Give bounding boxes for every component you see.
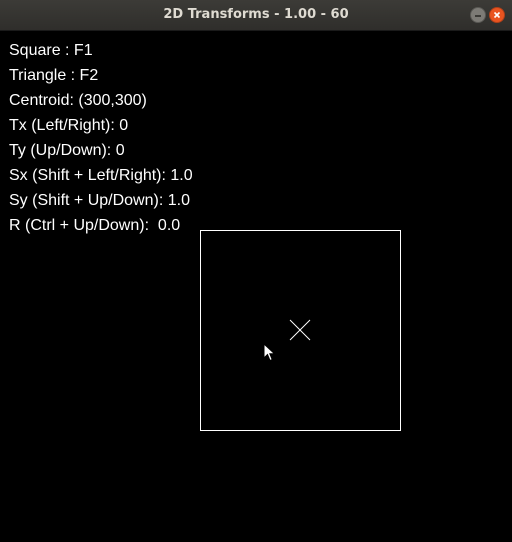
hud-translate-y: Ty (Up/Down): 0 [9,142,125,159]
hud-triangle-key: Triangle : F2 [9,67,99,84]
hud-square-key: Square : F1 [9,42,93,59]
hud-scale-y: Sy (Shift + Up/Down): 1.0 [9,192,190,209]
app-window: 2D Transforms - 1.00 - 60 Square : F1 Tr… [0,0,512,542]
render-canvas[interactable]: Square : F1 Triangle : F2 Centroid: (300… [0,31,512,542]
minimize-icon[interactable] [470,7,486,23]
mouse-cursor-icon [263,343,276,362]
hud-rotation: R (Ctrl + Up/Down): 0.0 [9,217,181,234]
window-title: 2D Transforms - 1.00 - 60 [163,7,349,22]
hud-translate-x: Tx (Left/Right): 0 [9,117,129,134]
hud-centroid: Centroid: (300,300) [9,92,147,109]
title-bar[interactable]: 2D Transforms - 1.00 - 60 [0,0,512,31]
hud-scale-x: Sx (Shift + Left/Right): 1.0 [9,167,193,184]
close-icon[interactable] [489,7,505,23]
centroid-cross-icon [289,319,311,341]
